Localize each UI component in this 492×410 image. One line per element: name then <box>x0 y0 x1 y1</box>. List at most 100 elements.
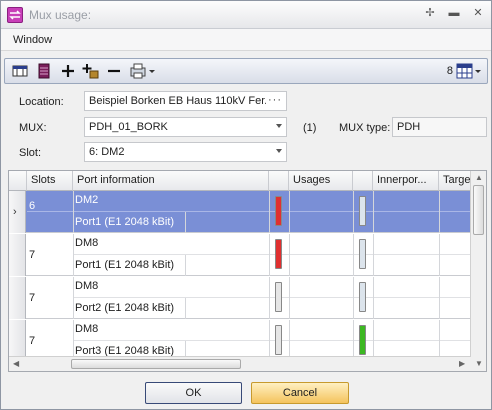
column-divider <box>269 191 270 233</box>
current-row-indicator-icon: › <box>13 206 17 218</box>
port-detail-cell: Port1 (E1 2048 kBit) <box>75 216 175 228</box>
column-divider <box>439 191 440 233</box>
add-icon[interactable] <box>59 62 77 80</box>
mux-select[interactable]: PDH_01_BORK <box>84 117 287 137</box>
slot-select[interactable]: 6: DM2 <box>84 142 287 162</box>
column-divider <box>373 277 374 319</box>
column-divider <box>353 191 354 233</box>
grid-layout-icon[interactable] <box>455 62 483 80</box>
slot-label: Slot: <box>19 147 42 159</box>
port-name-cell: DM8 <box>75 323 99 335</box>
menu-window[interactable]: Window <box>13 34 52 46</box>
port-name-cell: DM2 <box>75 194 99 206</box>
chevron-down-icon <box>276 124 282 128</box>
scroll-right-icon[interactable]: ▶ <box>459 359 465 368</box>
scroll-up-icon[interactable]: ▲ <box>475 173 483 182</box>
app-icon <box>7 7 23 23</box>
mux-usage-window: Mux usage: ✢ ▬ ✕ Window 8 Location: Beis… <box>0 0 492 410</box>
status-indicator <box>275 325 282 355</box>
cancel-button[interactable]: Cancel <box>251 382 349 404</box>
column-divider <box>289 191 290 233</box>
location-label: Location: <box>19 96 64 108</box>
mux-type-field: PDH <box>392 117 487 137</box>
pin-icon[interactable]: ✢ <box>423 6 437 20</box>
add-item-icon[interactable] <box>81 62 99 80</box>
status-indicator <box>275 239 282 269</box>
row-header[interactable]: › <box>9 191 26 233</box>
browse-dots-icon[interactable]: ··· <box>266 94 282 106</box>
vertical-scroll-thumb[interactable] <box>473 185 484 235</box>
inner-status-indicator <box>359 325 366 355</box>
column-divider <box>269 277 270 319</box>
mux-label: MUX: <box>19 122 47 134</box>
column-divider <box>269 234 270 276</box>
table-row[interactable]: 7 DM8 Port2 (E1 2048 kBit) <box>9 277 471 319</box>
print-icon[interactable] <box>129 62 157 80</box>
column-divider <box>185 255 186 276</box>
table-row[interactable]: › 6 DM2 Port1 (E1 2048 kBit) <box>9 191 471 233</box>
column-header-slots[interactable]: Slots <box>27 171 73 191</box>
scroll-down-icon[interactable]: ▼ <box>475 359 483 368</box>
remove-icon[interactable] <box>105 62 123 80</box>
column-header-innerport[interactable]: Innerpor... <box>373 171 439 191</box>
ok-button[interactable]: OK <box>145 382 242 404</box>
list-icon[interactable] <box>35 62 53 80</box>
port-name-cell: DM8 <box>75 237 99 249</box>
slot-cell: 7 <box>29 335 36 347</box>
slot-cell: 6 <box>29 200 36 212</box>
column-divider <box>353 277 354 319</box>
row-header[interactable] <box>9 234 26 276</box>
column-divider <box>353 234 354 276</box>
mux-type-value: PDH <box>397 121 421 133</box>
column-header-status[interactable] <box>269 171 289 191</box>
column-divider <box>289 234 290 276</box>
column-header-usages[interactable]: Usages <box>289 171 353 191</box>
row-divider <box>73 340 471 341</box>
column-divider <box>373 234 374 276</box>
columns-icon[interactable] <box>11 62 29 80</box>
row-divider <box>73 297 471 298</box>
column-header-inner-status[interactable] <box>353 171 373 191</box>
row-divider <box>27 211 471 212</box>
slot-value: 6: DM2 <box>89 146 125 158</box>
row-header-corner <box>9 171 27 191</box>
mux-value: PDH_01_BORK <box>89 121 168 133</box>
column-divider <box>439 277 440 319</box>
slot-cell: 7 <box>29 249 36 261</box>
status-indicator <box>275 196 282 226</box>
scroll-left-icon[interactable]: ◀ <box>13 359 19 368</box>
location-field[interactable]: Beispiel Borken EB Haus 110kV Fer... ··· <box>84 91 287 111</box>
column-divider <box>185 298 186 319</box>
status-indicator <box>275 282 282 312</box>
port-detail-cell: Port2 (E1 2048 kBit) <box>75 302 175 314</box>
column-divider <box>73 191 74 233</box>
row-header[interactable] <box>9 277 26 319</box>
vertical-scrollbar[interactable]: ▲ ▼ <box>470 171 486 371</box>
slot-cell: 7 <box>29 292 36 304</box>
record-count: 8 <box>446 65 453 77</box>
column-divider <box>73 277 74 319</box>
inner-status-indicator <box>359 239 366 269</box>
toolbar: 8 <box>4 58 488 84</box>
mux-count: (1) <box>303 122 317 134</box>
close-button[interactable]: ✕ <box>471 6 485 20</box>
chevron-down-icon <box>276 149 282 153</box>
port-detail-cell: Port1 (E1 2048 kBit) <box>75 259 175 271</box>
inner-status-indicator <box>359 282 366 312</box>
title-bar: Mux usage: ✢ ▬ ✕ <box>1 1 491 29</box>
column-divider <box>289 277 290 319</box>
column-header-target[interactable]: Targe <box>439 171 471 191</box>
horizontal-scroll-thumb[interactable] <box>71 359 241 369</box>
minimize-button[interactable]: ▬ <box>447 6 461 20</box>
horizontal-scrollbar[interactable]: ◀ ▶ <box>9 356 471 371</box>
table-row[interactable]: 7 DM8 Port1 (E1 2048 kBit) <box>9 234 471 276</box>
port-name-cell: DM8 <box>75 280 99 292</box>
mux-type-label: MUX type: <box>339 122 391 134</box>
inner-status-indicator <box>359 196 366 226</box>
usage-grid: Slots Port information Usages Innerpor..… <box>8 170 487 372</box>
column-divider <box>373 191 374 233</box>
column-divider <box>185 212 186 233</box>
location-value: Beispiel Borken EB Haus 110kV Fer... <box>89 95 274 107</box>
column-header-port-information[interactable]: Port information <box>73 171 269 191</box>
column-divider <box>73 234 74 276</box>
